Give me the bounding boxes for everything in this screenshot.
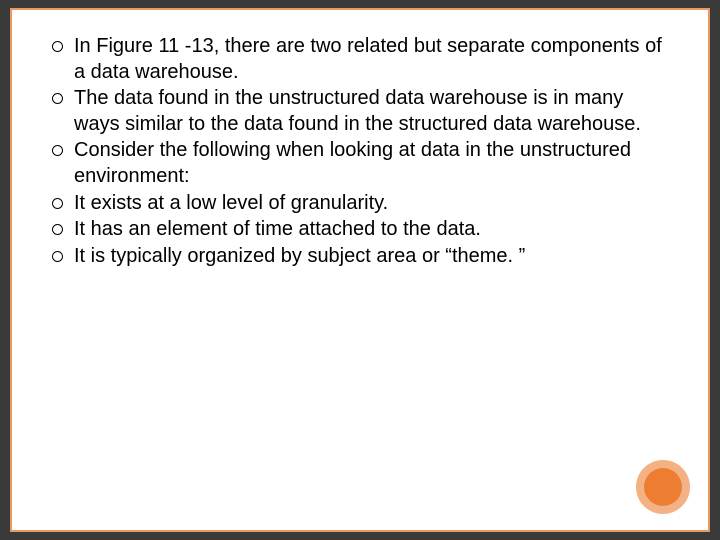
list-item: Consider the following when looking at d…: [50, 138, 670, 189]
list-item: The data found in the unstructured data …: [50, 86, 670, 137]
list-item: It has an element of time attached to th…: [50, 217, 670, 243]
bullet-list: In Figure 11 -13, there are two related …: [50, 34, 670, 269]
list-item: It is typically organized by subject are…: [50, 244, 670, 270]
list-item: It exists at a low level of granularity.: [50, 191, 670, 217]
decorative-circle-icon: [636, 460, 690, 514]
slide: In Figure 11 -13, there are two related …: [10, 8, 710, 532]
list-item: In Figure 11 -13, there are two related …: [50, 34, 670, 85]
